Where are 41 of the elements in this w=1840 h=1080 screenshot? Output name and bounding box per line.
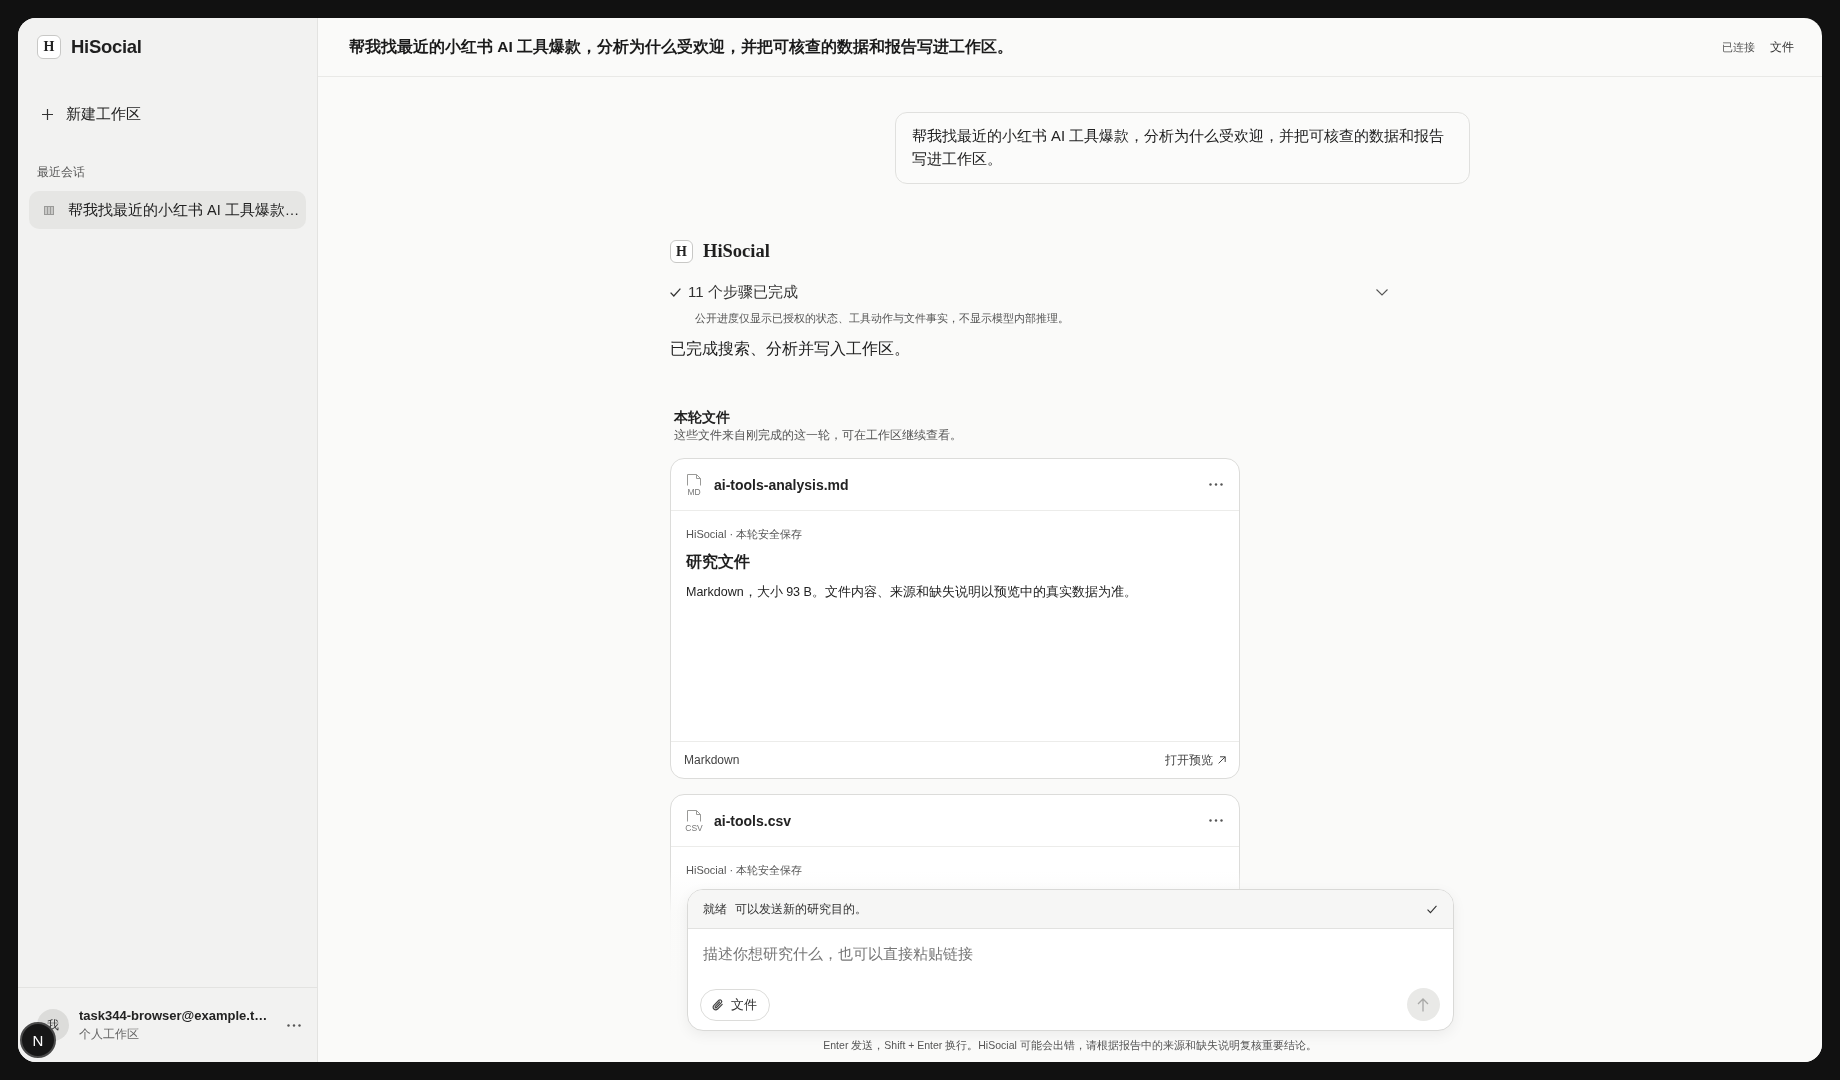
- user-message: 帮我找最近的小红书 AI 工具爆款，分析为什么受欢迎，并把可核查的数据和报告写进工作区。: [895, 112, 1470, 184]
- chevron-down-icon[interactable]: [1376, 288, 1388, 296]
- file-name: ai-tools.csv: [714, 812, 793, 829]
- assistant-name: HiSocial: [703, 241, 770, 262]
- more-icon: [287, 1023, 301, 1027]
- file-source: HiSocial · 本轮安全保存: [686, 527, 804, 541]
- attach-file-button[interactable]: 文件: [699, 988, 770, 1021]
- open-preview-link[interactable]: 打开预览: [1165, 751, 1226, 769]
- app-name: HiSocial: [71, 36, 142, 58]
- new-workspace-button[interactable]: 新建工作区: [29, 96, 151, 132]
- assistant-reply: 已完成搜索、分析并写入工作区。: [670, 339, 910, 359]
- file-source: HiSocial · 本轮安全保存: [686, 863, 804, 877]
- arrow-up-right-icon: [1218, 756, 1226, 764]
- composer[interactable]: 就绪 可以发送新的研究目的。 描述你想研究什么，也可以直接粘贴链接 文件: [686, 889, 1454, 1031]
- section-title: 本轮文件: [674, 408, 730, 426]
- user-email: task344-browser@example.t…: [79, 1008, 268, 1024]
- steps-summary: 11 个步骤已完成: [688, 282, 798, 302]
- section-label: 最近会话: [37, 164, 85, 180]
- assistant-logo: H: [670, 240, 693, 263]
- file-name: ai-tools-analysis.md: [714, 476, 850, 493]
- arrow-up-icon: [1417, 997, 1429, 1012]
- message-input[interactable]: 描述你想研究什么，也可以直接粘贴链接: [687, 929, 1453, 979]
- file-description: Markdown，大小 93 B。文件内容、来源和缺失说明以预览中的真实数据为准。: [686, 584, 1138, 601]
- composer-hint: Enter 发送，Shift + Enter 换行。HiSocial 可能会出错，请根据报告中的来源和缺失说明复核重要结论。: [823, 1038, 1317, 1052]
- page-title: 帮我找最近的小红书 AI 工具爆款，分析为什么受欢迎，并把可核查的数据和报告写进工作区。: [349, 36, 1014, 57]
- panel-icon: [44, 205, 54, 215]
- status-message: 可以发送新的研究目的。: [734, 900, 867, 918]
- logo-mark: H: [37, 35, 61, 59]
- plus-icon: [42, 108, 53, 120]
- section-subtitle: 这些文件来自刚完成的这一轮，可在工作区继续查看。: [674, 427, 962, 443]
- steps-note: 公开进度仅显示已授权的状态、工具动作与文件事实，不显示模型内部推理。: [695, 311, 1069, 325]
- workspace-name: 个人工作区: [79, 1027, 139, 1042]
- more-icon: [1209, 483, 1223, 486]
- conversation-item[interactable]: 帮我找最近的小红书 AI 工具爆款…: [29, 191, 306, 229]
- file-format: Markdown: [684, 753, 740, 767]
- files-link[interactable]: 文件: [1770, 38, 1794, 56]
- file-title: 研究文件: [686, 552, 751, 572]
- connection-status: 已连接: [1722, 39, 1755, 55]
- status-label: 就绪: [702, 900, 727, 918]
- paperclip-icon: [711, 997, 724, 1012]
- more-icon: [1209, 819, 1223, 822]
